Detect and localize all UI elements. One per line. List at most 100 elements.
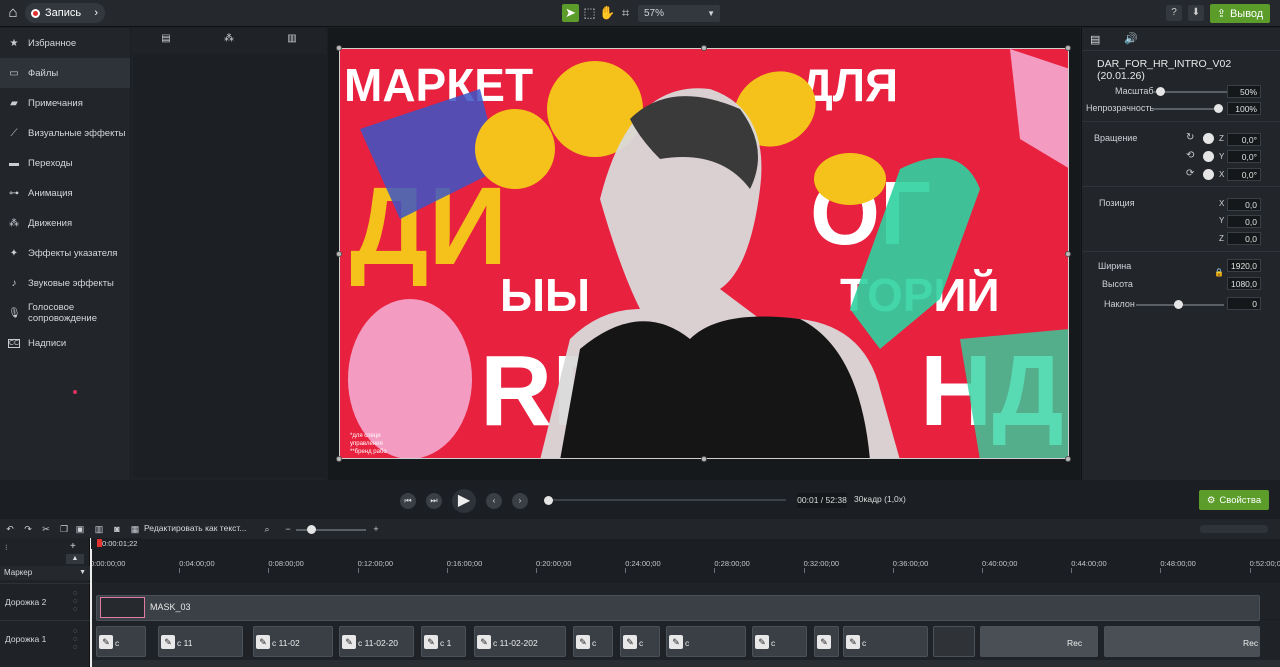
playhead[interactable] xyxy=(90,538,92,667)
sidebar-item-cursor-effects[interactable]: ✦ Эффекты указателя xyxy=(0,238,130,268)
video-clip[interactable]: ✎ с xyxy=(573,626,613,657)
marker-row[interactable]: Маркер ▼ xyxy=(0,566,90,580)
track-2-lock-icon[interactable]: ◌ ◌ ◌ xyxy=(73,590,77,614)
rotate-z-dial[interactable] xyxy=(1203,133,1214,144)
zoom-select[interactable]: 57% ▼ xyxy=(638,5,720,22)
timeline-scroll-indicator[interactable] xyxy=(1200,525,1268,533)
video-clip[interactable]: Rec xyxy=(980,626,1098,657)
rotate-y-dial[interactable] xyxy=(1203,151,1214,162)
magnet-icon[interactable]: ⁝ xyxy=(5,543,8,552)
resize-handle[interactable] xyxy=(1065,45,1071,51)
help-icon[interactable]: ? xyxy=(1166,5,1182,21)
resize-handle[interactable] xyxy=(701,45,707,51)
video-preview[interactable]: МАРКЕТ ДЛЯ ДИ ОГ ЫЫ ТОРИЙ RЕ НД *для спе… xyxy=(339,48,1069,459)
crop-icon[interactable]: ⌗ xyxy=(617,4,634,22)
redo-icon[interactable]: ↷ xyxy=(22,523,34,535)
position-x-input[interactable]: 0,0 xyxy=(1227,198,1261,211)
rotate-x-dial[interactable] xyxy=(1203,169,1214,180)
mask-clip[interactable] xyxy=(96,595,1260,621)
skew-slider-knob[interactable] xyxy=(1174,300,1183,309)
audio-properties-tab-icon[interactable]: 🔊 xyxy=(1124,32,1138,45)
sidebar-item-motion[interactable]: ⁂ Движения xyxy=(0,208,130,238)
zoom-in-icon[interactable]: + xyxy=(370,523,382,535)
scale-input[interactable]: 50% xyxy=(1227,85,1261,98)
undo-icon[interactable]: ↶ xyxy=(4,523,16,535)
sidebar-item-animation[interactable]: ⊶ Анимация xyxy=(0,178,130,208)
edit-text-icon[interactable]: ▦ xyxy=(129,523,141,535)
add-track-icon[interactable]: + xyxy=(70,541,76,552)
video-clip[interactable]: ✎ с xyxy=(620,626,660,657)
timeline-horizontal-scrollbar[interactable] xyxy=(90,660,1280,667)
opacity-slider-knob[interactable] xyxy=(1214,104,1223,113)
track-1-lock-icon[interactable]: ◌ ◌ ◌ xyxy=(73,628,77,652)
step-back-icon[interactable]: ⏮ xyxy=(400,493,416,509)
properties-button[interactable]: ⚙ Свойства xyxy=(1199,490,1269,510)
resize-handle[interactable] xyxy=(336,456,342,462)
sidebar-item-voice-narration[interactable]: 🎙 Голосовое сопровождение xyxy=(0,298,130,328)
sidebar-item-audio-effects[interactable]: ♪ Звуковые эффекты xyxy=(0,268,130,298)
position-z-input[interactable]: 0,0 xyxy=(1227,232,1261,245)
position-y-input[interactable]: 0,0 xyxy=(1227,215,1261,228)
timeline-zoom-knob[interactable] xyxy=(307,525,316,534)
library-tab-icon[interactable]: ⁂ xyxy=(219,33,239,49)
video-clip[interactable]: ✎ с 11-02 xyxy=(253,626,333,657)
video-clip[interactable]: ✎ с 11 xyxy=(158,626,243,657)
transform-tool-icon[interactable]: ⬚ xyxy=(581,4,598,22)
resize-handle[interactable] xyxy=(1065,456,1071,462)
next-clip-icon[interactable]: › xyxy=(512,493,528,509)
lock-aspect-icon[interactable]: 🔒 xyxy=(1214,268,1224,277)
rotation-z-input[interactable]: 0,0° xyxy=(1227,133,1261,146)
fps-display[interactable]: 30кадр (1,0x) xyxy=(854,494,906,504)
video-clip[interactable] xyxy=(933,626,975,657)
home-icon[interactable]: ⌂ xyxy=(4,4,22,22)
video-clip[interactable]: ✎ с 1 xyxy=(421,626,466,657)
edit-as-text-button[interactable]: Редактировать как текст... xyxy=(144,523,246,533)
scrub-knob[interactable] xyxy=(544,496,553,505)
select-tool-icon[interactable]: ➤ xyxy=(562,4,579,22)
video-clip[interactable]: ✎ с 11-02-20 xyxy=(339,626,414,657)
previous-clip-icon[interactable]: ‹ xyxy=(486,493,502,509)
scale-slider-knob[interactable] xyxy=(1156,87,1165,96)
search-icon[interactable]: ⌕ xyxy=(261,523,273,535)
video-clip[interactable]: ✎ с xyxy=(843,626,928,657)
scrub-bar[interactable] xyxy=(548,499,786,501)
download-icon[interactable]: ⬇ xyxy=(1188,5,1204,21)
sidebar-item-visual-effects[interactable]: ⟋ Визуальные эффекты xyxy=(0,118,130,148)
video-clip[interactable]: ✎ с xyxy=(752,626,807,657)
opacity-slider[interactable] xyxy=(1153,108,1221,110)
sidebar-item-favorites[interactable]: ★ Избранное xyxy=(0,28,130,58)
visual-properties-tab-icon[interactable]: ▤ xyxy=(1090,33,1100,46)
video-clip[interactable]: ✎ с xyxy=(666,626,746,657)
split-icon[interactable]: ▥ xyxy=(93,523,105,535)
play-icon[interactable]: ▶ xyxy=(452,489,476,513)
resize-handle[interactable] xyxy=(1065,251,1071,257)
collapse-tracks-icon[interactable]: ▲ xyxy=(66,554,84,564)
opacity-input[interactable]: 100% xyxy=(1227,102,1261,115)
zoom-out-icon[interactable]: − xyxy=(282,523,294,535)
rotation-y-input[interactable]: 0,0° xyxy=(1227,150,1261,163)
video-clip[interactable]: ✎ с 11-02-202 xyxy=(474,626,566,657)
video-clip[interactable]: ✎ xyxy=(814,626,839,657)
snapshot-icon[interactable]: ◙ xyxy=(111,523,123,535)
media-bin-area[interactable] xyxy=(133,54,326,478)
media-bin-tab-icon[interactable]: ▤ xyxy=(156,33,176,49)
sidebar-item-transitions[interactable]: ▬ Переходы xyxy=(0,148,130,178)
video-clip[interactable]: Rec xyxy=(1104,626,1260,657)
rotation-x-input[interactable]: 0,0° xyxy=(1227,168,1261,181)
resize-handle[interactable] xyxy=(701,456,707,462)
resize-handle[interactable] xyxy=(336,251,342,257)
cut-icon[interactable]: ✂ xyxy=(40,523,52,535)
record-button[interactable]: Запись › xyxy=(25,3,105,23)
copy-icon[interactable]: ❐ xyxy=(58,523,70,535)
paste-icon[interactable]: ▣ xyxy=(74,523,86,535)
step-forward-icon[interactable]: ⏭ xyxy=(426,493,442,509)
skew-input[interactable]: 0 xyxy=(1227,297,1261,310)
video-clip[interactable]: ✎ с xyxy=(96,626,146,657)
resize-handle[interactable] xyxy=(336,45,342,51)
sidebar-item-files[interactable]: ▭ Файлы xyxy=(0,58,130,88)
export-button[interactable]: ⇪ Вывод xyxy=(1210,4,1270,23)
width-input[interactable]: 1920,0 xyxy=(1227,259,1261,272)
sidebar-item-captions[interactable]: CC Надписи xyxy=(0,328,130,358)
folders-tab-icon[interactable]: ▥ xyxy=(282,33,302,49)
sidebar-item-annotations[interactable]: ▰ Примечания xyxy=(0,88,130,118)
